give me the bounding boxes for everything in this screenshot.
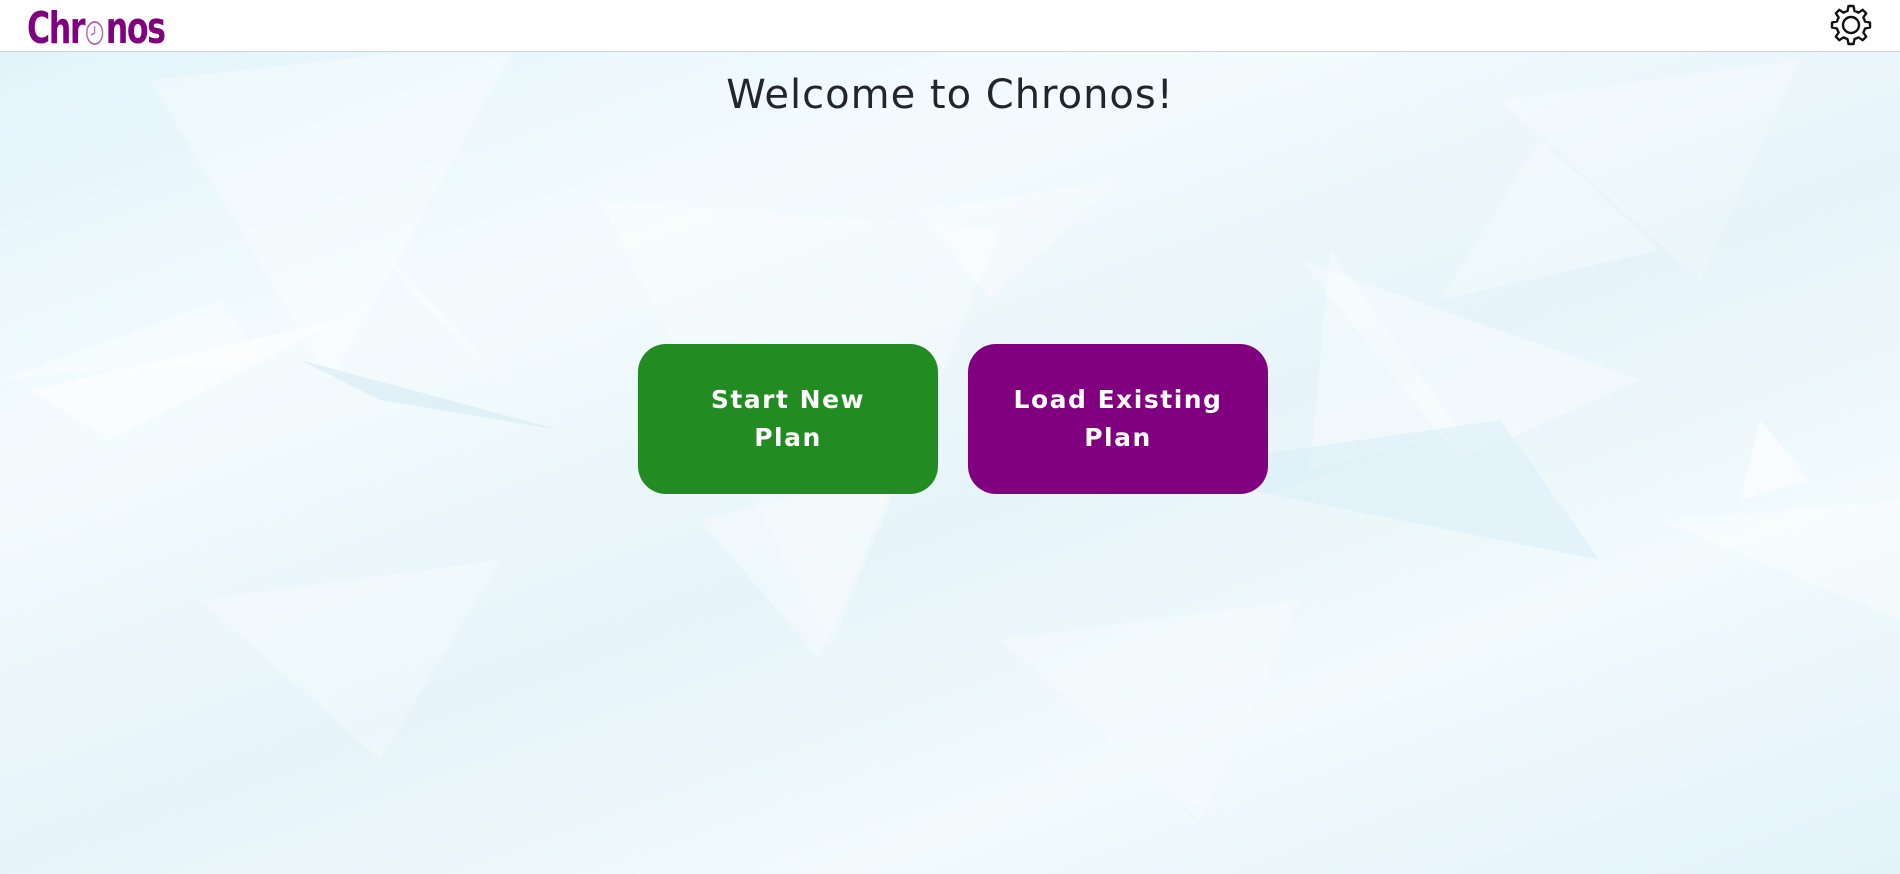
load-existing-plan-button[interactable]: Load Existing Plan [968,344,1268,494]
logo-text-left: Chr [27,3,86,54]
logo-text-right: nos [105,3,166,54]
page-title: Welcome to Chronos! [726,72,1174,118]
clock-icon [86,21,104,45]
start-new-plan-button[interactable]: Start New Plan [638,344,938,494]
chronos-logo[interactable]: Chr nos [27,3,166,54]
top-bar: Chr nos [0,0,1900,52]
background-pattern [0,40,1900,820]
gear-icon[interactable] [1829,3,1873,47]
